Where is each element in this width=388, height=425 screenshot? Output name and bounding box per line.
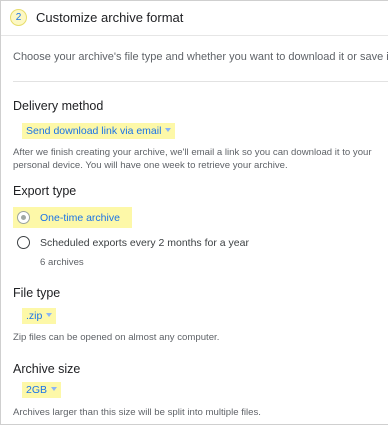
file-type-dropdown[interactable]: .zip	[22, 308, 57, 324]
archive-size-value: 2GB	[26, 384, 48, 396]
delivery-description-line: After we finish creating your archive, w…	[13, 147, 372, 158]
one-time-archive-label[interactable]: One-time archive	[40, 212, 120, 224]
one-time-archive-radio[interactable]	[17, 211, 30, 224]
step-number-badge: 2	[10, 9, 27, 26]
divider	[13, 81, 388, 82]
delivery-method-title: Delivery method	[13, 99, 104, 113]
chevron-down-icon	[46, 313, 53, 318]
delivery-method-value: Send download link via email	[26, 125, 162, 137]
step-header: 2 Customize archive format	[1, 1, 388, 36]
file-type-value: .zip	[26, 310, 43, 322]
archive-size-dropdown[interactable]: 2GB	[22, 382, 62, 398]
chevron-down-icon	[165, 128, 172, 133]
scheduled-exports-label[interactable]: Scheduled exports every 2 months for a y…	[40, 237, 249, 249]
scheduled-exports-radio[interactable]	[17, 236, 30, 249]
chevron-down-icon	[51, 387, 58, 392]
scheduled-exports-count: 6 archives	[40, 257, 84, 268]
customize-archive-panel: 2 Customize archive format Choose your a…	[0, 0, 388, 425]
file-type-description: Zip files can be opened on almost any co…	[13, 332, 220, 343]
archive-size-title: Archive size	[13, 362, 81, 376]
export-type-title: Export type	[13, 184, 77, 198]
delivery-method-dropdown[interactable]: Send download link via email	[22, 123, 176, 139]
delivery-description: After we finish creating your archive, w…	[13, 146, 383, 172]
delivery-description-line: personal device. You will have one week …	[13, 160, 288, 171]
step-title: Customize archive format	[36, 10, 184, 25]
intro-text: Choose your archive's file type and whet…	[13, 51, 388, 63]
archive-size-description: Archives larger than this size will be s…	[13, 407, 261, 418]
file-type-title: File type	[13, 286, 61, 300]
